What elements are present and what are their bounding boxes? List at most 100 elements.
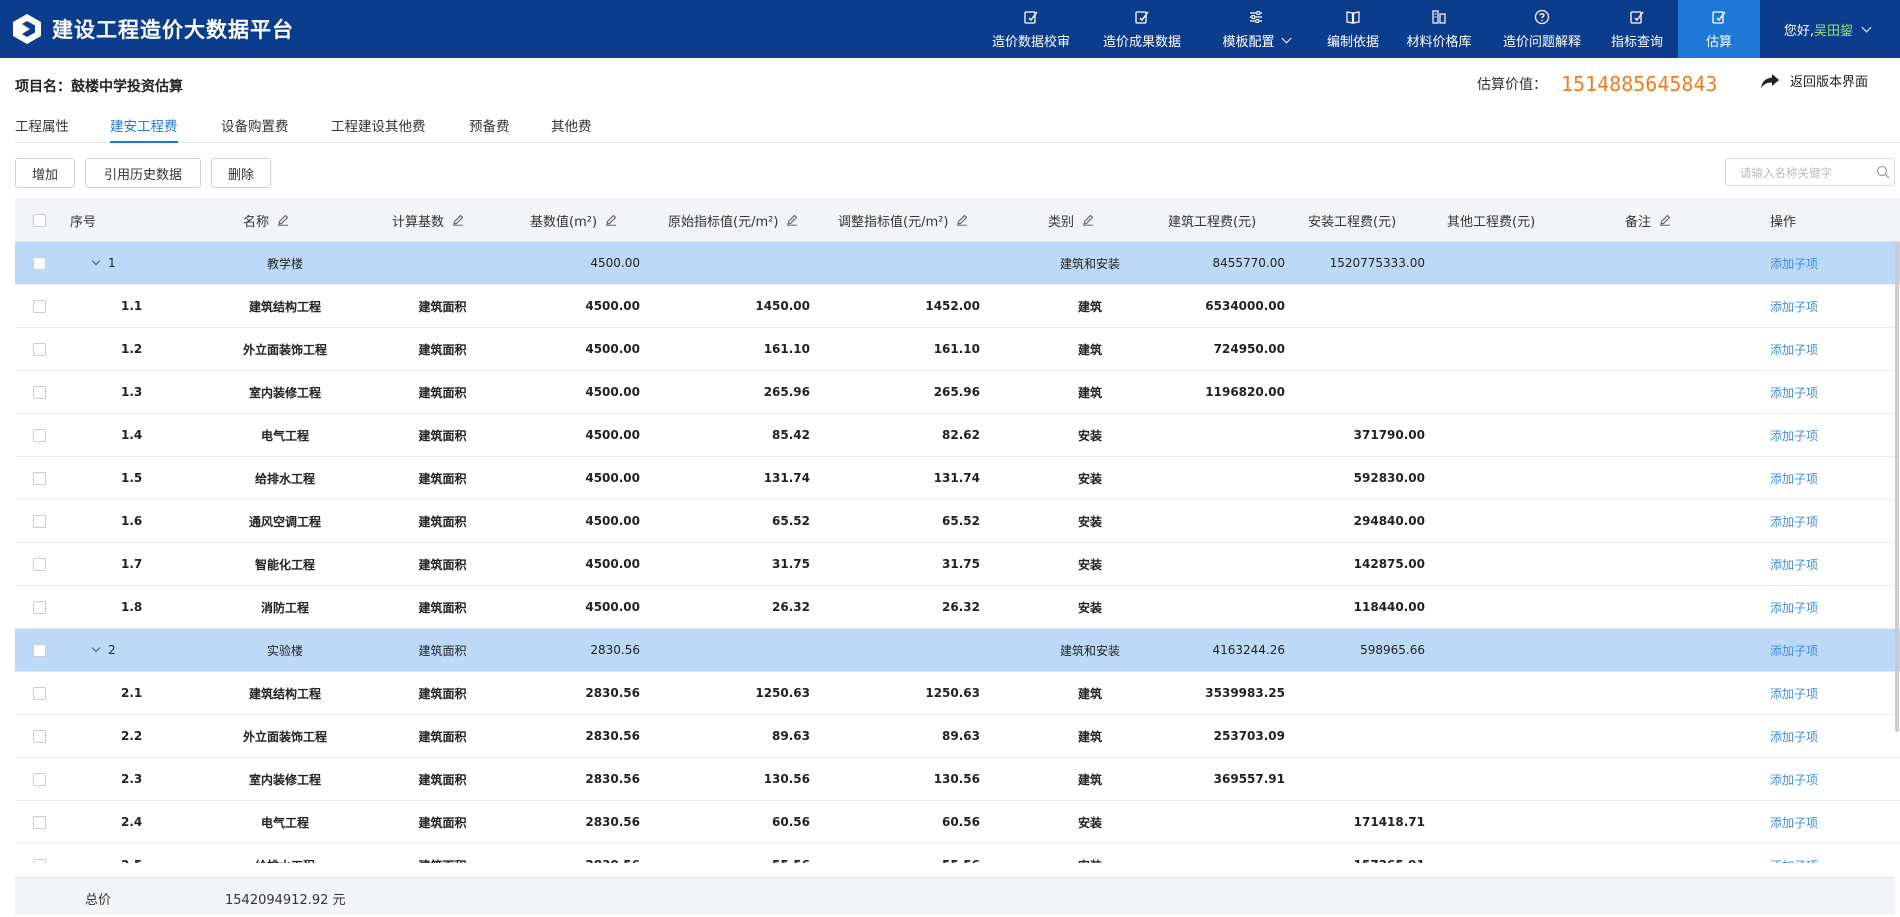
calc-base-cell: 建筑面积 [380,844,505,864]
edit-pencil-icon[interactable] [452,214,464,226]
orig-index-cell: 26.32 [772,600,810,614]
column-header-label: 安装工程费(元) [1308,214,1397,230]
edit-pencil-icon[interactable] [1659,214,1671,226]
add-subitem-link[interactable]: 添加子项 [1770,500,1870,542]
seq-value: 1.4 [121,428,143,442]
column-header-base-value[interactable]: 基数值(m²) [530,198,617,242]
add-subitem-link[interactable]: 添加子项 [1770,629,1870,671]
row-checkbox[interactable] [33,299,46,313]
add-subitem-link[interactable]: 添加子项 [1770,543,1870,585]
tab-bar: 工程属性 建安工程费 设备购置费 工程建设其他费 预备费 其他费 [15,113,1900,143]
row-checkbox[interactable] [33,428,46,442]
table-body: 1 教学楼 4500.00 建筑和安装 8455770.00 1520775333.00 添… [15,242,1900,863]
expand-caret-icon[interactable] [91,643,101,653]
build-fee-cell [1140,586,1285,628]
column-header-other-fee: 其他工程费(元) [1447,198,1535,242]
tab-0[interactable]: 工程属性 [15,115,69,143]
add-subitem-link[interactable]: 添加子项 [1770,457,1870,499]
table-footer-total: 总价 1542094912.92 元 [15,877,1895,915]
edit-pencil-icon[interactable] [956,214,968,226]
add-subitem-link[interactable]: 添加子项 [1770,414,1870,456]
add-subitem-link[interactable]: 添加子项 [1770,285,1870,327]
row-checkbox[interactable] [33,815,46,829]
row-checkbox[interactable] [33,643,46,657]
add-subitem-link[interactable]: 添加子项 [1770,371,1870,413]
nav-item-5[interactable]: 造价问题解释 [1492,0,1592,58]
row-checkbox[interactable] [33,600,46,614]
seq-cell: 1.3 [121,371,142,413]
column-header-action: 操作 [1770,198,1796,242]
tab-3[interactable]: 工程建设其他费 [331,115,426,143]
table-scrollbar[interactable] [1895,242,1899,732]
row-checkbox[interactable] [33,256,46,270]
add-button[interactable]: 增加 [15,158,75,188]
brand[interactable]: 建设工程造价大数据平台 [10,8,294,50]
top-nav-bar: 建设工程造价大数据平台 造价数据校审 造价成果数据 模板配置 编制依据 材料价格库 造价问… [0,0,1900,58]
calc-base-cell: 建筑面积 [418,385,467,400]
add-subitem-link[interactable]: 添加子项 [1770,844,1870,864]
row-checkbox-cell [33,715,46,757]
select-all-checkbox[interactable] [33,213,46,227]
add-subitem-link[interactable]: 添加子项 [1770,328,1870,370]
nav-item-label: 指标查询 [1610,34,1663,50]
edit-pencil-icon[interactable] [605,214,617,226]
tab-2[interactable]: 设备购置费 [221,115,289,143]
row-checkbox[interactable] [33,385,46,399]
nav-item-6[interactable]: 指标查询 [1599,0,1675,58]
tab-1[interactable]: 建安工程费 [110,115,178,143]
row-checkbox[interactable] [33,471,46,485]
expand-caret-icon[interactable] [91,256,101,266]
row-checkbox-cell [33,414,46,456]
edit-pencil-icon[interactable] [277,214,289,226]
row-checkbox[interactable] [33,557,46,571]
row-checkbox[interactable] [33,772,46,786]
search-box [1725,158,1895,186]
estimate-value-display: 估算价值： 1514885645843 [1477,72,1718,96]
add-subitem-link[interactable]: 添加子项 [1770,801,1870,843]
add-subitem-link[interactable]: 添加子项 [1770,586,1870,628]
nav-item-7[interactable]: 估算 [1678,0,1760,58]
add-subitem-link[interactable]: 添加子项 [1770,242,1870,284]
column-header-name[interactable]: 名称 [243,198,289,242]
search-input[interactable] [1740,164,1870,182]
category-cell: 安装 [1077,557,1102,572]
seq-value: 2.1 [121,686,143,700]
chevron-down-icon [1281,33,1291,43]
table-group-row: 2 实验楼 建筑面积 2830.56 建筑和安装 4163244.26 598965.66 添… [15,629,1900,672]
nav-item-1[interactable]: 造价成果数据 [1092,0,1192,58]
base-value-cell: 4500.00 [585,600,640,614]
column-header-label: 类别 [1048,214,1075,230]
row-checkbox[interactable] [33,514,46,528]
row-checkbox[interactable] [33,342,46,356]
column-header-category[interactable]: 类别 [1048,198,1094,242]
nav-item-4[interactable]: 材料价格库 [1396,0,1482,58]
seq-cell: 1.7 [121,543,142,585]
nav-item-3[interactable]: 编制依据 [1314,0,1392,58]
nav-item-2[interactable]: 模板配置 [1205,0,1307,58]
back-to-versions-button[interactable]: 返回版本界面 [1760,71,1868,90]
edit-pencil-icon[interactable] [1082,214,1094,226]
tab-4[interactable]: 预备费 [469,115,510,143]
seq-cell[interactable]: 2 [91,629,116,671]
edit-pencil-icon[interactable] [786,214,798,226]
search-icon[interactable] [1876,165,1890,179]
row-checkbox[interactable] [33,858,46,863]
tab-5[interactable]: 其他费 [551,115,592,143]
build-fee-cell [1140,844,1285,863]
user-menu[interactable]: 您好, 吴田鋆 [1784,0,1872,58]
row-checkbox[interactable] [33,729,46,743]
column-header-adj-index[interactable]: 调整指标值(元/m²) [838,198,968,242]
row-checkbox[interactable] [33,686,46,700]
delete-button[interactable]: 删除 [211,158,271,188]
column-header-orig-index[interactable]: 原始指标值(元/m²) [668,198,798,242]
seq-cell[interactable]: 1 [91,242,116,284]
nav-item-0[interactable]: 造价数据校审 [982,0,1080,58]
column-header-remark[interactable]: 备注 [1625,198,1671,242]
add-subitem-link[interactable]: 添加子项 [1770,758,1870,800]
adj-index-cell: 131.74 [933,471,980,485]
add-subitem-link[interactable]: 添加子项 [1770,715,1870,757]
import-history-button[interactable]: 引用历史数据 [85,158,201,188]
seq-cell: 1.8 [121,586,142,628]
column-header-calc-base[interactable]: 计算基数 [392,198,464,242]
add-subitem-link[interactable]: 添加子项 [1770,672,1870,714]
